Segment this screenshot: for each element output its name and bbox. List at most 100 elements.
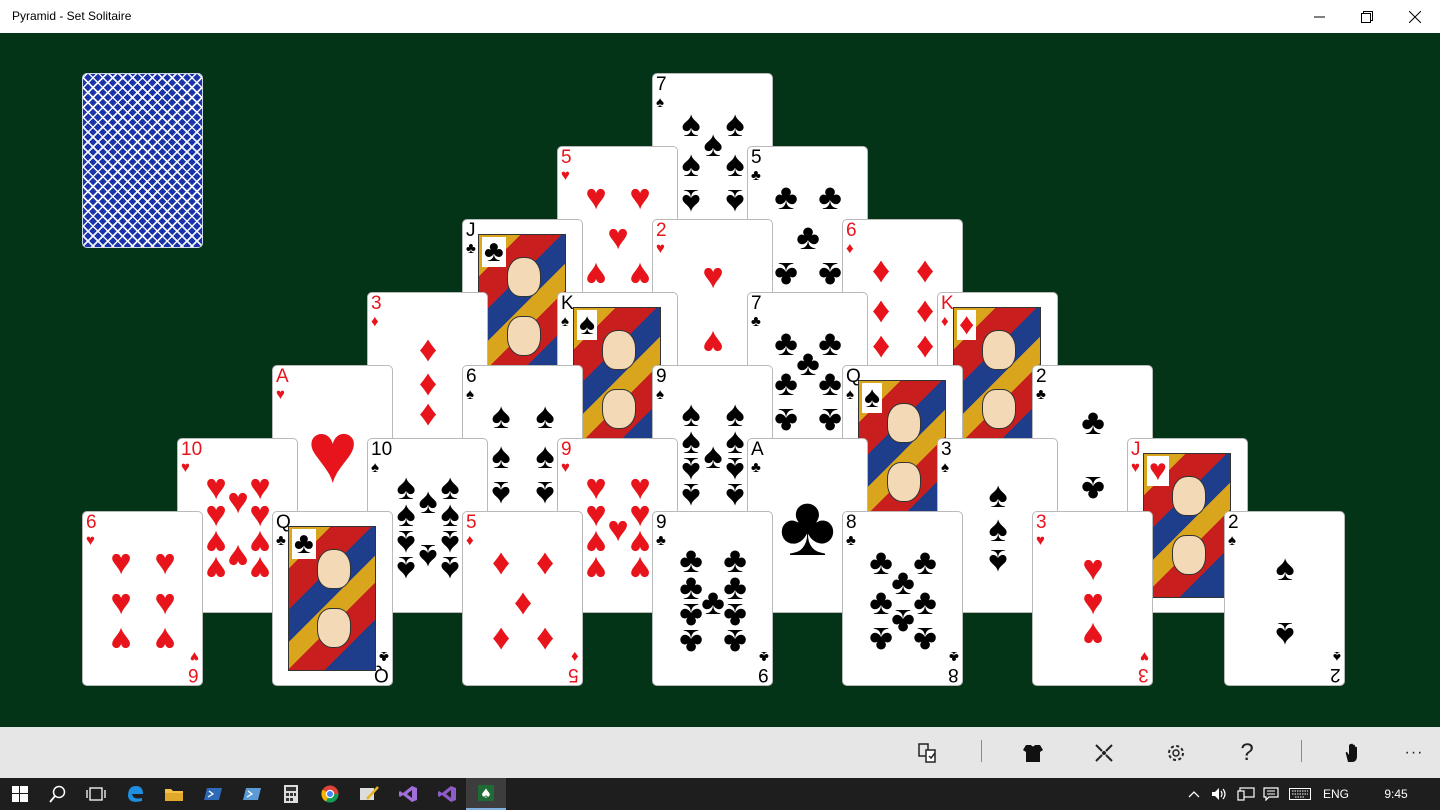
card-rank: 5 <box>751 147 762 168</box>
pyramid-card[interactable]: ♥ ♥ ♥ ♥ ♥ ♥ 6 ♥ 6 ♥ <box>82 511 203 686</box>
card-rank: 2 <box>1036 366 1047 387</box>
card-pip-icon: ♣ <box>796 216 820 257</box>
card-pip-icon: ♣ <box>723 622 747 663</box>
hint-button[interactable] <box>912 737 944 769</box>
face-portrait <box>317 549 351 589</box>
card-rank: 6 <box>188 664 199 685</box>
message-icon <box>1263 787 1279 801</box>
card-pip-icon: ♦ <box>535 620 555 661</box>
card-suit-icon: ♣ <box>482 235 506 268</box>
taskbar-chrome[interactable] <box>310 778 350 810</box>
taskbar-paint[interactable] <box>349 778 389 810</box>
card-suit-icon: ♥ <box>656 240 665 257</box>
taskbar-powershell[interactable] <box>193 778 233 810</box>
face-portrait <box>1172 476 1206 516</box>
start-button[interactable] <box>0 778 40 810</box>
clock[interactable]: 9:45 <box>1370 778 1422 810</box>
card-suit-icon: ♦ <box>941 313 949 330</box>
chrome-icon <box>321 785 339 803</box>
face-card-art: ♣ <box>288 526 376 671</box>
hand-button[interactable] <box>1337 737 1369 769</box>
new-game-button[interactable] <box>1088 737 1120 769</box>
volume-button[interactable] <box>1208 778 1232 810</box>
close-button[interactable] <box>1392 0 1438 33</box>
task-view-button[interactable] <box>76 778 116 810</box>
face-portrait <box>887 403 921 443</box>
card-pip-icon: ♣ <box>774 176 798 217</box>
taskbar-visual-studio[interactable] <box>388 778 428 810</box>
card-suit-icon: ♦ <box>466 532 474 549</box>
stock-pile[interactable] <box>82 73 203 248</box>
windows-logo-icon <box>12 786 28 802</box>
card-suit-icon: ♣ <box>1036 386 1046 403</box>
face-portrait <box>507 257 541 297</box>
card-rank: 7 <box>656 74 667 95</box>
card-suit-icon: ♠ <box>656 386 664 403</box>
card-back-icon <box>1023 745 1043 762</box>
card-rank: K <box>561 293 574 314</box>
taskbar-visual-studio-2[interactable] <box>427 778 467 810</box>
card-back-button[interactable] <box>1017 737 1049 769</box>
card-pip-icon: ♦ <box>491 620 511 661</box>
language-indicator[interactable]: ENG <box>1318 778 1354 810</box>
network-button[interactable] <box>1234 778 1258 810</box>
card-suit-icon: ♣ <box>466 240 476 257</box>
card-rank: 5 <box>561 147 572 168</box>
card-rank: A <box>276 366 289 387</box>
search-button[interactable] <box>38 778 78 810</box>
face-portrait <box>887 462 921 502</box>
hand-icon <box>1345 743 1357 762</box>
volume-icon <box>1212 788 1226 800</box>
card-suit-icon: ♥ <box>1140 648 1149 665</box>
taskbar-powershell-ise[interactable] <box>232 778 272 810</box>
pyramid-card[interactable]: ♣ ♣ ♣ ♣ ♣ ♣ ♣ ♣ 8 ♣ 8 ♣ <box>842 511 963 686</box>
more-icon: ··· <box>1404 744 1424 761</box>
card-suit-icon: ♣ <box>292 527 316 560</box>
card-rank: 5 <box>466 512 477 533</box>
task-view-icon <box>86 787 106 801</box>
card-pip-icon: ♠ <box>535 395 555 436</box>
card-rank: A <box>751 439 764 460</box>
card-pip-icon: ♦ <box>915 249 935 290</box>
card-rank: 3 <box>371 293 382 314</box>
card-rank: 8 <box>846 512 857 533</box>
pyramid-card[interactable]: ♠ ♠ 2 ♠ 2 ♠ <box>1224 511 1345 686</box>
more-button[interactable]: ··· <box>1398 737 1430 769</box>
taskbar-solitaire[interactable]: ♠ <box>466 778 506 810</box>
card-rank: 9 <box>656 366 667 387</box>
help-button[interactable]: ? <box>1231 737 1263 769</box>
card-suit-icon: ♥ <box>181 459 190 476</box>
pyramid-card[interactable]: ♣ Q ♣ Q ♣ <box>272 511 393 686</box>
pyramid-card[interactable]: ♥ ♥ ♥ 3 ♥ 3 ♥ <box>1032 511 1153 686</box>
touch-keyboard-button[interactable] <box>1286 778 1314 810</box>
card-suit-icon: ♣ <box>656 532 666 549</box>
new-game-icon <box>1095 744 1113 762</box>
minimize-button[interactable] <box>1296 0 1342 33</box>
taskbar-file-explorer[interactable] <box>154 778 194 810</box>
card-suit-icon: ♥ <box>190 648 199 665</box>
card-rank: 5 <box>568 664 579 685</box>
pyramid-card[interactable]: ♣ ♣ ♣ ♣ ♣ ♣ ♣ ♣ ♣ 9 ♣ 9 ♣ <box>652 511 773 686</box>
card-suit-icon: ♥ <box>1131 459 1140 476</box>
card-rank: 6 <box>466 366 477 387</box>
show-hidden-icons-button[interactable] <box>1184 778 1204 810</box>
taskbar-edge[interactable] <box>115 778 155 810</box>
card-suit-icon: ♦ <box>571 648 579 665</box>
face-card-art: ♠ <box>573 307 661 452</box>
minimize-icon <box>1313 16 1325 18</box>
restore-button[interactable] <box>1344 0 1390 33</box>
card-suit-icon: ♠ <box>941 459 949 476</box>
card-suit-icon: ♣ <box>751 459 761 476</box>
settings-button[interactable] <box>1160 737 1192 769</box>
card-rank: Q <box>374 664 389 685</box>
pyramid-card[interactable]: ♦ ♦ ♦ ♦ ♦ 5 ♦ 5 ♦ <box>462 511 583 686</box>
command-bar: ? ··· <box>0 727 1440 778</box>
card-pip-icon: ♦ <box>513 581 533 622</box>
card-pip-icon: ♦ <box>491 541 511 582</box>
face-portrait <box>1172 535 1206 575</box>
card-suit-icon: ♠ <box>561 313 569 330</box>
notifications-button[interactable] <box>1259 778 1283 810</box>
face-portrait <box>982 389 1016 429</box>
card-rank: J <box>1131 439 1141 460</box>
taskbar-calculator[interactable] <box>271 778 311 810</box>
